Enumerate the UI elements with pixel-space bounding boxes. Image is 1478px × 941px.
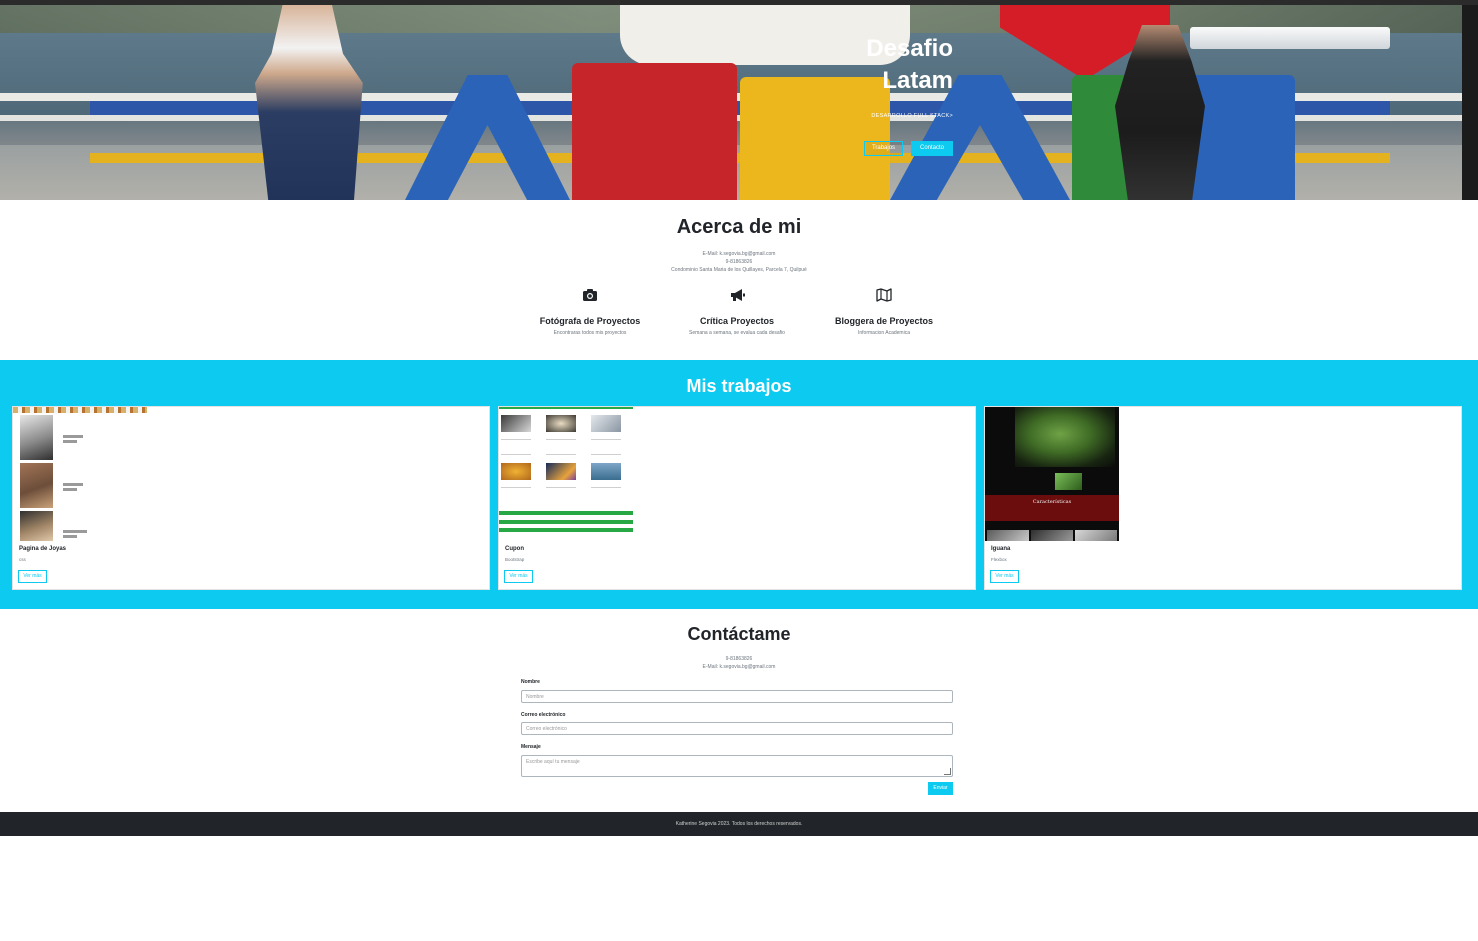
thumb-line — [501, 487, 531, 488]
work-card-iguana: Características Iguana Flexbox Ver más — [984, 406, 1462, 590]
thumb-text — [63, 483, 83, 486]
email-field[interactable]: Correo electrónico — [521, 722, 953, 735]
contact-phone: 9-81863826 — [725, 656, 753, 662]
resize-handle[interactable] — [944, 768, 951, 775]
thumb-line — [591, 487, 621, 488]
work-card-cupon: Cupon Bootstrap Ver más — [498, 406, 976, 590]
works-title: Mis trabajos — [686, 376, 792, 396]
work-card-tech: Flexbox — [991, 557, 1007, 562]
thumb-photo — [1075, 530, 1117, 541]
megaphone-icon — [731, 289, 745, 301]
footer-text: Katherine Segovia 2023. Todos los derech… — [675, 821, 803, 827]
feature-title: Bloggera de Proyectos — [834, 316, 934, 326]
contact-button[interactable]: Contacto — [911, 141, 953, 156]
works-button[interactable]: Trabajos — [864, 141, 903, 156]
thumb-photo — [501, 415, 531, 432]
hero-banner: Desafio Latam DESARROLLO FULL STACK> Tra… — [0, 5, 1478, 200]
contact-title: Contáctame — [687, 624, 791, 644]
hero-title-line1: Desafio — [866, 35, 953, 62]
hero-title-line2: Latam — [882, 67, 953, 94]
thumb-photo — [546, 463, 576, 480]
thumb-green-bar — [499, 528, 633, 532]
thumb-line — [501, 454, 531, 455]
thumb-photo — [20, 511, 53, 541]
thumb-text — [63, 435, 83, 438]
name-field[interactable]: Nombre — [521, 690, 953, 703]
thumb-photo — [987, 530, 1029, 541]
thumb-line — [546, 439, 576, 440]
work-thumb-jewelry — [13, 407, 147, 541]
name-label: Nombre — [521, 679, 540, 685]
thumb-text — [63, 530, 87, 533]
feature-desc: Informacion Academica — [858, 330, 910, 336]
message-label: Mensaje — [521, 744, 541, 750]
thumb-caption: Características — [1032, 499, 1072, 505]
see-more-button[interactable]: Ver más — [504, 570, 533, 583]
about-address: Condominio Santa Maria de los Quillayes,… — [671, 267, 807, 273]
send-button[interactable]: Enviar — [928, 782, 953, 795]
work-card-jewelry: Pagina de Joyas css Ver más — [12, 406, 490, 590]
work-card-title: Pagina de Joyas — [19, 546, 67, 552]
work-card-tech: Bootstrap — [505, 557, 525, 562]
thumb-photo — [20, 415, 53, 460]
thumb-green-bar — [499, 520, 633, 524]
thumb-line — [546, 487, 576, 488]
map-icon — [876, 288, 892, 302]
email-label: Correo electrónico — [521, 712, 566, 718]
thumb-text — [63, 488, 77, 491]
work-thumb-cupon — [499, 407, 633, 541]
thumb-photo — [20, 463, 53, 508]
thumb-text — [63, 535, 77, 538]
thumb-photo — [546, 415, 576, 432]
thumb-text — [63, 440, 77, 443]
work-card-title: Cupon — [505, 546, 524, 552]
hero-bg-edge — [1462, 5, 1478, 200]
footer: Katherine Segovia 2023. Todos los derech… — [0, 812, 1478, 836]
contact-email: E-Mail: k.segovia.bg@gmail.com — [702, 664, 776, 670]
about-phone: 9-81863826 — [725, 259, 753, 265]
about-title: Acerca de mi — [676, 216, 802, 238]
hero-title: Desafio Latam — [830, 33, 953, 97]
work-thumb-iguana: Características — [985, 407, 1119, 541]
feature-photographer: Fotógrafa de Proyectos Encontraras todos… — [515, 288, 665, 336]
hero-bg-letter-r — [572, 63, 737, 200]
work-card-tech: css — [19, 557, 26, 562]
thumb-photo — [591, 415, 621, 432]
thumb-photo — [591, 463, 621, 480]
thumb-photo — [501, 463, 531, 480]
message-field[interactable]: Escribe aquí tu mensaje — [521, 755, 953, 777]
about-email: E-Mail: k.segovia.bg@gmail.com — [702, 251, 776, 257]
feature-desc: Semana a semana, se evalua cada desafio — [689, 330, 785, 336]
about-info: E-Mail: k.segovia.bg@gmail.com 9-8186382… — [0, 250, 1478, 274]
feature-desc: Encontraras todos mis proyectos — [553, 330, 627, 336]
thumb-line — [591, 454, 621, 455]
thumb-green-bar — [499, 511, 633, 515]
thumb-iguana-photo — [1015, 407, 1115, 467]
thumb-line — [546, 454, 576, 455]
hero-subtitle: DESARROLLO FULL STACK> — [871, 113, 953, 119]
contact-info: 9-81863826 E-Mail: k.segovia.bg@gmail.co… — [0, 655, 1478, 671]
thumb-photo — [1031, 530, 1073, 541]
see-more-button[interactable]: Ver más — [990, 570, 1019, 583]
camera-icon — [583, 289, 597, 301]
thumb-line — [591, 439, 621, 440]
see-more-button[interactable]: Ver más — [18, 570, 47, 583]
thumb-header — [13, 407, 147, 413]
hero-bg-boats — [1190, 27, 1390, 49]
feature-blogger: Bloggera de Proyectos Informacion Academ… — [809, 288, 959, 336]
feature-title: Crítica Proyectos — [699, 316, 775, 326]
thumb-line — [501, 439, 531, 440]
works-section: Mis trabajos Pagina de Joyas css Ver más — [0, 360, 1478, 609]
work-card-title: Iguana — [991, 546, 1011, 552]
thumb-topline — [499, 407, 633, 409]
thumb-leaf-photo — [1055, 473, 1082, 490]
feature-title: Fotógrafa de Proyectos — [539, 316, 641, 326]
feature-critic: Crítica Proyectos Semana a semana, se ev… — [662, 288, 812, 336]
